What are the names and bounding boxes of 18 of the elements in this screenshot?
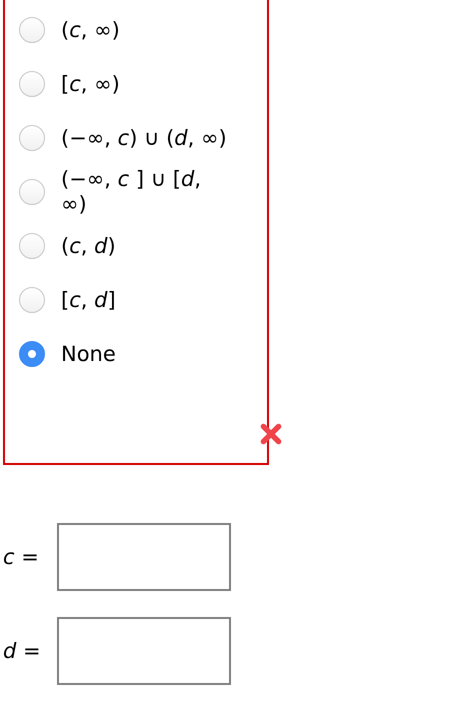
radio-button[interactable] bbox=[19, 233, 45, 259]
option-label: (c, ∞) bbox=[61, 18, 120, 42]
radio-button[interactable] bbox=[19, 71, 45, 97]
variable-label: c = bbox=[3, 545, 40, 569]
radio-button[interactable] bbox=[19, 125, 45, 151]
radio-button[interactable] bbox=[19, 179, 45, 205]
input-field[interactable] bbox=[57, 617, 231, 685]
option-label: (−∞, c) ∪ (d, ∞) bbox=[61, 126, 227, 150]
option-label: (−∞, c ] ∪ [d, ∞) bbox=[61, 167, 202, 217]
radio-button[interactable] bbox=[19, 287, 45, 313]
option-label: None bbox=[61, 342, 116, 366]
option-label: (c, d) bbox=[61, 234, 116, 258]
option-label: [c, ∞) bbox=[61, 72, 120, 96]
option-label: [c, d] bbox=[61, 288, 116, 312]
variable-label: d = bbox=[3, 639, 42, 663]
radio-button[interactable] bbox=[19, 341, 45, 367]
radio-button[interactable] bbox=[19, 17, 45, 43]
input-field[interactable] bbox=[57, 523, 231, 591]
